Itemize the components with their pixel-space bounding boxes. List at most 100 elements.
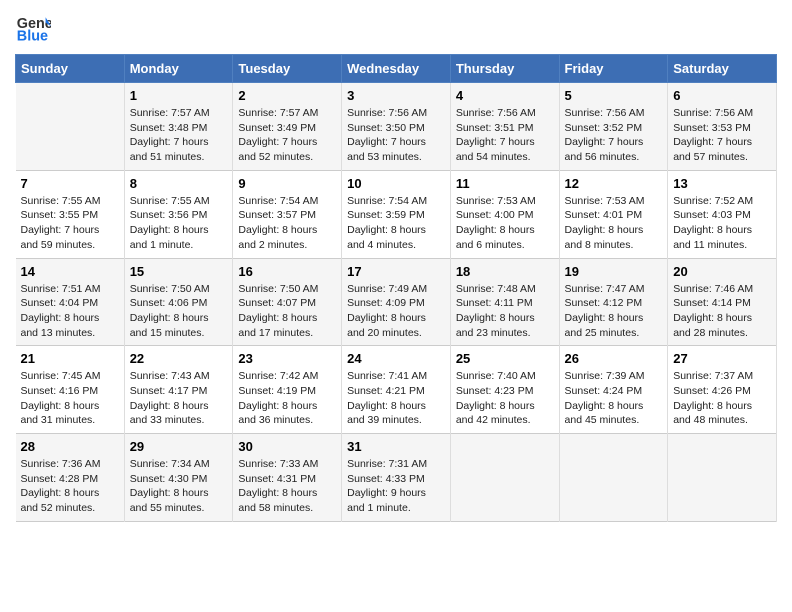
day-number: 4 <box>456 88 554 103</box>
cell-info: Sunrise: 7:43 AMSunset: 4:17 PMDaylight:… <box>130 369 228 428</box>
cell-info: Sunrise: 7:56 AMSunset: 3:50 PMDaylight:… <box>347 106 445 165</box>
day-number: 11 <box>456 176 554 191</box>
calendar-cell <box>668 434 777 522</box>
day-number: 9 <box>238 176 336 191</box>
cell-info: Sunrise: 7:50 AMSunset: 4:07 PMDaylight:… <box>238 282 336 341</box>
calendar-cell: 3 Sunrise: 7:56 AMSunset: 3:50 PMDayligh… <box>342 83 451 171</box>
cell-info: Sunrise: 7:53 AMSunset: 4:01 PMDaylight:… <box>565 194 663 253</box>
calendar-cell: 30 Sunrise: 7:33 AMSunset: 4:31 PMDaylig… <box>233 434 342 522</box>
day-number: 21 <box>21 351 119 366</box>
cell-info: Sunrise: 7:46 AMSunset: 4:14 PMDaylight:… <box>673 282 771 341</box>
calendar-cell: 9 Sunrise: 7:54 AMSunset: 3:57 PMDayligh… <box>233 170 342 258</box>
cell-info: Sunrise: 7:51 AMSunset: 4:04 PMDaylight:… <box>21 282 119 341</box>
cell-info: Sunrise: 7:55 AMSunset: 3:56 PMDaylight:… <box>130 194 228 253</box>
col-header-monday: Monday <box>124 55 233 83</box>
calendar-cell <box>559 434 668 522</box>
calendar-cell: 6 Sunrise: 7:56 AMSunset: 3:53 PMDayligh… <box>668 83 777 171</box>
cell-info: Sunrise: 7:55 AMSunset: 3:55 PMDaylight:… <box>21 194 119 253</box>
calendar-cell: 7 Sunrise: 7:55 AMSunset: 3:55 PMDayligh… <box>16 170 125 258</box>
cell-info: Sunrise: 7:57 AMSunset: 3:49 PMDaylight:… <box>238 106 336 165</box>
day-number: 13 <box>673 176 771 191</box>
col-header-friday: Friday <box>559 55 668 83</box>
cell-info: Sunrise: 7:48 AMSunset: 4:11 PMDaylight:… <box>456 282 554 341</box>
calendar-cell: 22 Sunrise: 7:43 AMSunset: 4:17 PMDaylig… <box>124 346 233 434</box>
calendar-cell: 11 Sunrise: 7:53 AMSunset: 4:00 PMDaylig… <box>450 170 559 258</box>
calendar-cell: 10 Sunrise: 7:54 AMSunset: 3:59 PMDaylig… <box>342 170 451 258</box>
calendar-cell: 25 Sunrise: 7:40 AMSunset: 4:23 PMDaylig… <box>450 346 559 434</box>
day-number: 31 <box>347 439 445 454</box>
day-number: 26 <box>565 351 663 366</box>
cell-info: Sunrise: 7:54 AMSunset: 3:57 PMDaylight:… <box>238 194 336 253</box>
cell-info: Sunrise: 7:42 AMSunset: 4:19 PMDaylight:… <box>238 369 336 428</box>
day-number: 29 <box>130 439 228 454</box>
day-number: 27 <box>673 351 771 366</box>
day-number: 7 <box>21 176 119 191</box>
day-number: 19 <box>565 264 663 279</box>
cell-info: Sunrise: 7:56 AMSunset: 3:53 PMDaylight:… <box>673 106 771 165</box>
calendar-cell: 26 Sunrise: 7:39 AMSunset: 4:24 PMDaylig… <box>559 346 668 434</box>
col-header-wednesday: Wednesday <box>342 55 451 83</box>
day-number: 6 <box>673 88 771 103</box>
calendar-cell: 18 Sunrise: 7:48 AMSunset: 4:11 PMDaylig… <box>450 258 559 346</box>
calendar-cell: 12 Sunrise: 7:53 AMSunset: 4:01 PMDaylig… <box>559 170 668 258</box>
page-header: General Blue <box>15 10 777 46</box>
calendar-table: SundayMondayTuesdayWednesdayThursdayFrid… <box>15 54 777 522</box>
calendar-cell: 16 Sunrise: 7:50 AMSunset: 4:07 PMDaylig… <box>233 258 342 346</box>
week-row-4: 21 Sunrise: 7:45 AMSunset: 4:16 PMDaylig… <box>16 346 777 434</box>
col-header-tuesday: Tuesday <box>233 55 342 83</box>
calendar-cell <box>16 83 125 171</box>
day-number: 24 <box>347 351 445 366</box>
cell-info: Sunrise: 7:45 AMSunset: 4:16 PMDaylight:… <box>21 369 119 428</box>
calendar-cell: 8 Sunrise: 7:55 AMSunset: 3:56 PMDayligh… <box>124 170 233 258</box>
calendar-cell: 29 Sunrise: 7:34 AMSunset: 4:30 PMDaylig… <box>124 434 233 522</box>
calendar-cell: 2 Sunrise: 7:57 AMSunset: 3:49 PMDayligh… <box>233 83 342 171</box>
calendar-cell: 21 Sunrise: 7:45 AMSunset: 4:16 PMDaylig… <box>16 346 125 434</box>
cell-info: Sunrise: 7:50 AMSunset: 4:06 PMDaylight:… <box>130 282 228 341</box>
cell-info: Sunrise: 7:52 AMSunset: 4:03 PMDaylight:… <box>673 194 771 253</box>
calendar-cell: 31 Sunrise: 7:31 AMSunset: 4:33 PMDaylig… <box>342 434 451 522</box>
calendar-cell: 19 Sunrise: 7:47 AMSunset: 4:12 PMDaylig… <box>559 258 668 346</box>
cell-info: Sunrise: 7:57 AMSunset: 3:48 PMDaylight:… <box>130 106 228 165</box>
calendar-cell: 20 Sunrise: 7:46 AMSunset: 4:14 PMDaylig… <box>668 258 777 346</box>
day-number: 5 <box>565 88 663 103</box>
day-number: 15 <box>130 264 228 279</box>
calendar-cell: 17 Sunrise: 7:49 AMSunset: 4:09 PMDaylig… <box>342 258 451 346</box>
day-number: 8 <box>130 176 228 191</box>
calendar-cell: 15 Sunrise: 7:50 AMSunset: 4:06 PMDaylig… <box>124 258 233 346</box>
calendar-cell: 4 Sunrise: 7:56 AMSunset: 3:51 PMDayligh… <box>450 83 559 171</box>
day-number: 12 <box>565 176 663 191</box>
week-row-2: 7 Sunrise: 7:55 AMSunset: 3:55 PMDayligh… <box>16 170 777 258</box>
day-number: 14 <box>21 264 119 279</box>
calendar-cell: 5 Sunrise: 7:56 AMSunset: 3:52 PMDayligh… <box>559 83 668 171</box>
calendar-cell: 27 Sunrise: 7:37 AMSunset: 4:26 PMDaylig… <box>668 346 777 434</box>
cell-info: Sunrise: 7:56 AMSunset: 3:52 PMDaylight:… <box>565 106 663 165</box>
day-number: 16 <box>238 264 336 279</box>
day-number: 23 <box>238 351 336 366</box>
logo-icon: General Blue <box>15 10 51 46</box>
day-number: 28 <box>21 439 119 454</box>
calendar-cell: 1 Sunrise: 7:57 AMSunset: 3:48 PMDayligh… <box>124 83 233 171</box>
cell-info: Sunrise: 7:31 AMSunset: 4:33 PMDaylight:… <box>347 457 445 516</box>
calendar-cell: 14 Sunrise: 7:51 AMSunset: 4:04 PMDaylig… <box>16 258 125 346</box>
calendar-cell <box>450 434 559 522</box>
cell-info: Sunrise: 7:39 AMSunset: 4:24 PMDaylight:… <box>565 369 663 428</box>
calendar-cell: 13 Sunrise: 7:52 AMSunset: 4:03 PMDaylig… <box>668 170 777 258</box>
calendar-cell: 24 Sunrise: 7:41 AMSunset: 4:21 PMDaylig… <box>342 346 451 434</box>
col-header-sunday: Sunday <box>16 55 125 83</box>
cell-info: Sunrise: 7:36 AMSunset: 4:28 PMDaylight:… <box>21 457 119 516</box>
cell-info: Sunrise: 7:47 AMSunset: 4:12 PMDaylight:… <box>565 282 663 341</box>
calendar-cell: 23 Sunrise: 7:42 AMSunset: 4:19 PMDaylig… <box>233 346 342 434</box>
day-number: 1 <box>130 88 228 103</box>
logo: General Blue <box>15 10 55 46</box>
day-number: 25 <box>456 351 554 366</box>
day-number: 2 <box>238 88 336 103</box>
day-number: 20 <box>673 264 771 279</box>
day-number: 10 <box>347 176 445 191</box>
calendar-header-row: SundayMondayTuesdayWednesdayThursdayFrid… <box>16 55 777 83</box>
day-number: 17 <box>347 264 445 279</box>
day-number: 3 <box>347 88 445 103</box>
cell-info: Sunrise: 7:33 AMSunset: 4:31 PMDaylight:… <box>238 457 336 516</box>
day-number: 30 <box>238 439 336 454</box>
cell-info: Sunrise: 7:49 AMSunset: 4:09 PMDaylight:… <box>347 282 445 341</box>
cell-info: Sunrise: 7:34 AMSunset: 4:30 PMDaylight:… <box>130 457 228 516</box>
